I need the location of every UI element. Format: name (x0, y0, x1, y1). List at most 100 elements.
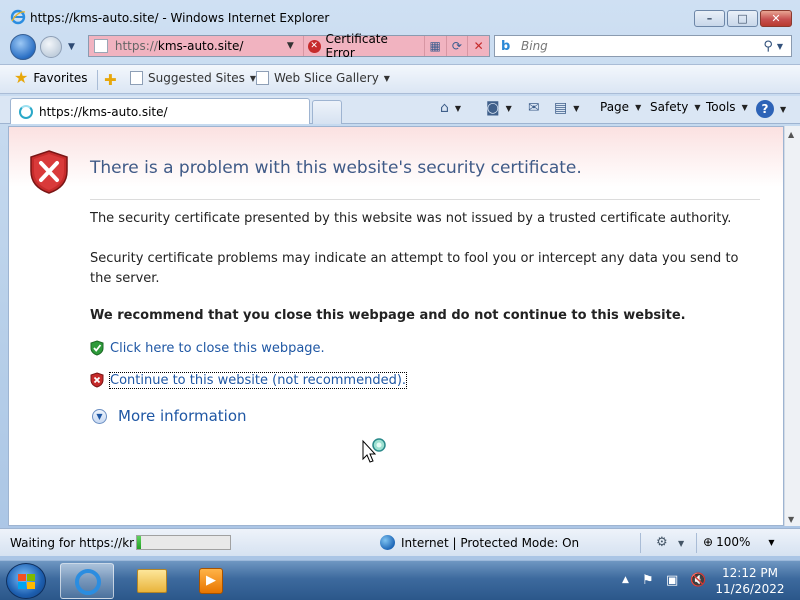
windows-logo-icon (18, 574, 35, 589)
show-hidden-icons-arrow[interactable]: ▲ (622, 575, 629, 585)
loading-icon (19, 104, 33, 119)
maximize-icon: □ (737, 12, 748, 25)
forward-button[interactable] (40, 36, 62, 58)
internet-explorer-icon (75, 569, 101, 595)
continue-to-website-link[interactable]: Continue to this website (not recommende… (108, 371, 408, 389)
address-dropdown-icon[interactable]: ▼ (287, 41, 299, 51)
close-webpage-link[interactable]: Click here to close this webpage. (110, 341, 325, 356)
taskbar-windows-explorer[interactable] (124, 563, 178, 599)
scroll-down-arrow[interactable]: ▼ (788, 515, 794, 524)
action-center-flag-icon[interactable]: ⚑ (642, 573, 654, 588)
tools-menu[interactable]: Tools ▼ (706, 100, 748, 114)
close-icon: ✕ (771, 12, 781, 25)
safety-menu-label: Safety (650, 100, 689, 114)
taskbar-media-player[interactable]: ▶ (184, 563, 238, 599)
address-bar[interactable]: https://kms-auto.site/ ▼ ✕ Certificate E… (88, 32, 490, 60)
page-menu-label: Page (600, 100, 630, 114)
tab-active[interactable]: https://kms-auto.site/ (10, 98, 310, 124)
window-title: https://kms-auto.site/ - Windows Interne… (30, 11, 330, 25)
help-menu[interactable]: ? ▼ (756, 100, 786, 118)
taskbar: ▶ ▲ ⚑ ▣ 🔇 12:12 PM 11/26/2022 (0, 560, 800, 600)
error-header-gradient (9, 127, 783, 187)
chevron-down-icon: ▼ (573, 103, 580, 113)
add-to-favorites-bar-icon[interactable]: ✚ (104, 71, 117, 89)
more-information-toggle[interactable]: ▼ More information (92, 407, 247, 425)
page-menu[interactable]: Page ▼ (600, 100, 641, 114)
suggested-sites-link[interactable]: Suggested Sites ▼ (130, 71, 256, 85)
tab-label: https://kms-auto.site/ (39, 104, 168, 119)
safety-menu[interactable]: Safety ▼ (650, 100, 701, 114)
read-mail-button[interactable]: ✉ (528, 100, 540, 116)
mail-icon: ✉ (528, 100, 540, 116)
globe-icon (380, 535, 395, 550)
page-icon (94, 39, 108, 53)
favorites-star-icon: ★ (14, 68, 29, 87)
busy-cursor-icon (362, 438, 386, 463)
search-icon[interactable]: ⚲ (763, 39, 773, 54)
new-tab-button[interactable] (312, 100, 342, 124)
chevron-down-icon: ▼ (454, 103, 462, 113)
address-input[interactable]: https://kms-auto.site/ (115, 39, 281, 53)
close-button[interactable]: ✕ (760, 10, 792, 27)
continue-option[interactable]: Continue to this website (not recommende… (90, 371, 408, 389)
minimize-button[interactable]: – (694, 10, 725, 27)
error-title: There is a problem with this website's s… (90, 158, 582, 178)
search-box[interactable]: b Bing ⚲ ▼ (494, 35, 792, 57)
feeds-button[interactable]: ◙ ▼ (486, 100, 512, 116)
certificate-error-icon: ✕ (307, 39, 321, 53)
web-slice-gallery-label: Web Slice Gallery (274, 71, 379, 85)
protected-mode-icon[interactable]: ⚙ (656, 535, 668, 550)
error-description-2: Security certificate problems may indica… (90, 251, 739, 286)
print-button[interactable]: ▤ ▼ (554, 100, 579, 116)
search-options-dropdown[interactable]: ▼ (777, 42, 783, 51)
help-icon: ? (756, 100, 774, 118)
zoom-icon: ⊕ (703, 535, 714, 549)
back-button[interactable] (10, 34, 36, 60)
status-separator (696, 533, 697, 553)
tools-menu-label: Tools (706, 100, 736, 114)
progress-fill (137, 536, 141, 549)
home-icon: ⌂ (440, 100, 449, 116)
security-zone[interactable]: Internet | Protected Mode: On (380, 535, 579, 550)
page-content (8, 126, 784, 526)
home-button[interactable]: ⌂ ▼ (440, 100, 461, 116)
close-webpage-option[interactable]: Click here to close this webpage. (90, 340, 325, 356)
chevron-down-icon: ▼ (780, 104, 787, 114)
folder-icon (137, 569, 167, 593)
certificate-error-button[interactable]: ✕ Certificate Error (302, 32, 424, 60)
clock-time: 12:12 PM (722, 566, 778, 580)
chevron-down-icon: ▼ (768, 537, 775, 547)
vertical-scrollbar[interactable]: ▲ ▼ (784, 126, 800, 526)
network-icon[interactable]: ▣ (666, 573, 678, 588)
zone-text: Internet | Protected Mode: On (401, 535, 580, 550)
web-slice-gallery-link[interactable]: Web Slice Gallery ▼ (256, 71, 390, 85)
maximize-button[interactable]: □ (727, 10, 758, 27)
favorites-button[interactable]: ★ Favorites (14, 70, 88, 86)
compatibility-view-button[interactable]: ▦ (423, 36, 446, 56)
taskbar-internet-explorer[interactable] (60, 563, 114, 599)
page-icon (130, 71, 143, 85)
status-separator (640, 533, 641, 553)
system-clock[interactable]: 12:12 PM 11/26/2022 (714, 565, 786, 597)
suggested-sites-label: Suggested Sites (148, 71, 245, 85)
recent-pages-dropdown[interactable]: ▼ (68, 42, 75, 52)
start-button[interactable] (6, 563, 46, 599)
caption-buttons: – □ ✕ (692, 10, 792, 27)
refresh-button[interactable]: ⟳ (445, 36, 468, 56)
volume-muted-icon[interactable]: 🔇 (690, 573, 706, 588)
media-player-icon: ▶ (199, 568, 223, 594)
chevron-down-icon: ▼ (505, 103, 512, 113)
stop-button[interactable]: ✕ (467, 36, 489, 56)
chevron-down-icon: ▼ (694, 102, 701, 112)
chevron-down-circle-icon: ▼ (92, 408, 107, 424)
url-host: kms-auto.site/ (157, 39, 244, 53)
scroll-up-arrow[interactable]: ▲ (788, 130, 794, 139)
bing-logo-icon: b (501, 38, 511, 54)
zoom-level: 100% (716, 535, 751, 549)
page-load-progress-bar (136, 535, 231, 550)
search-input[interactable]: Bing (521, 39, 763, 53)
clock-date: 11/26/2022 (715, 582, 785, 596)
zoom-control[interactable]: ⊕ 100% ▼ (703, 535, 775, 549)
chevron-down-icon[interactable]: ▼ (678, 539, 684, 548)
printer-icon: ▤ (554, 100, 568, 116)
